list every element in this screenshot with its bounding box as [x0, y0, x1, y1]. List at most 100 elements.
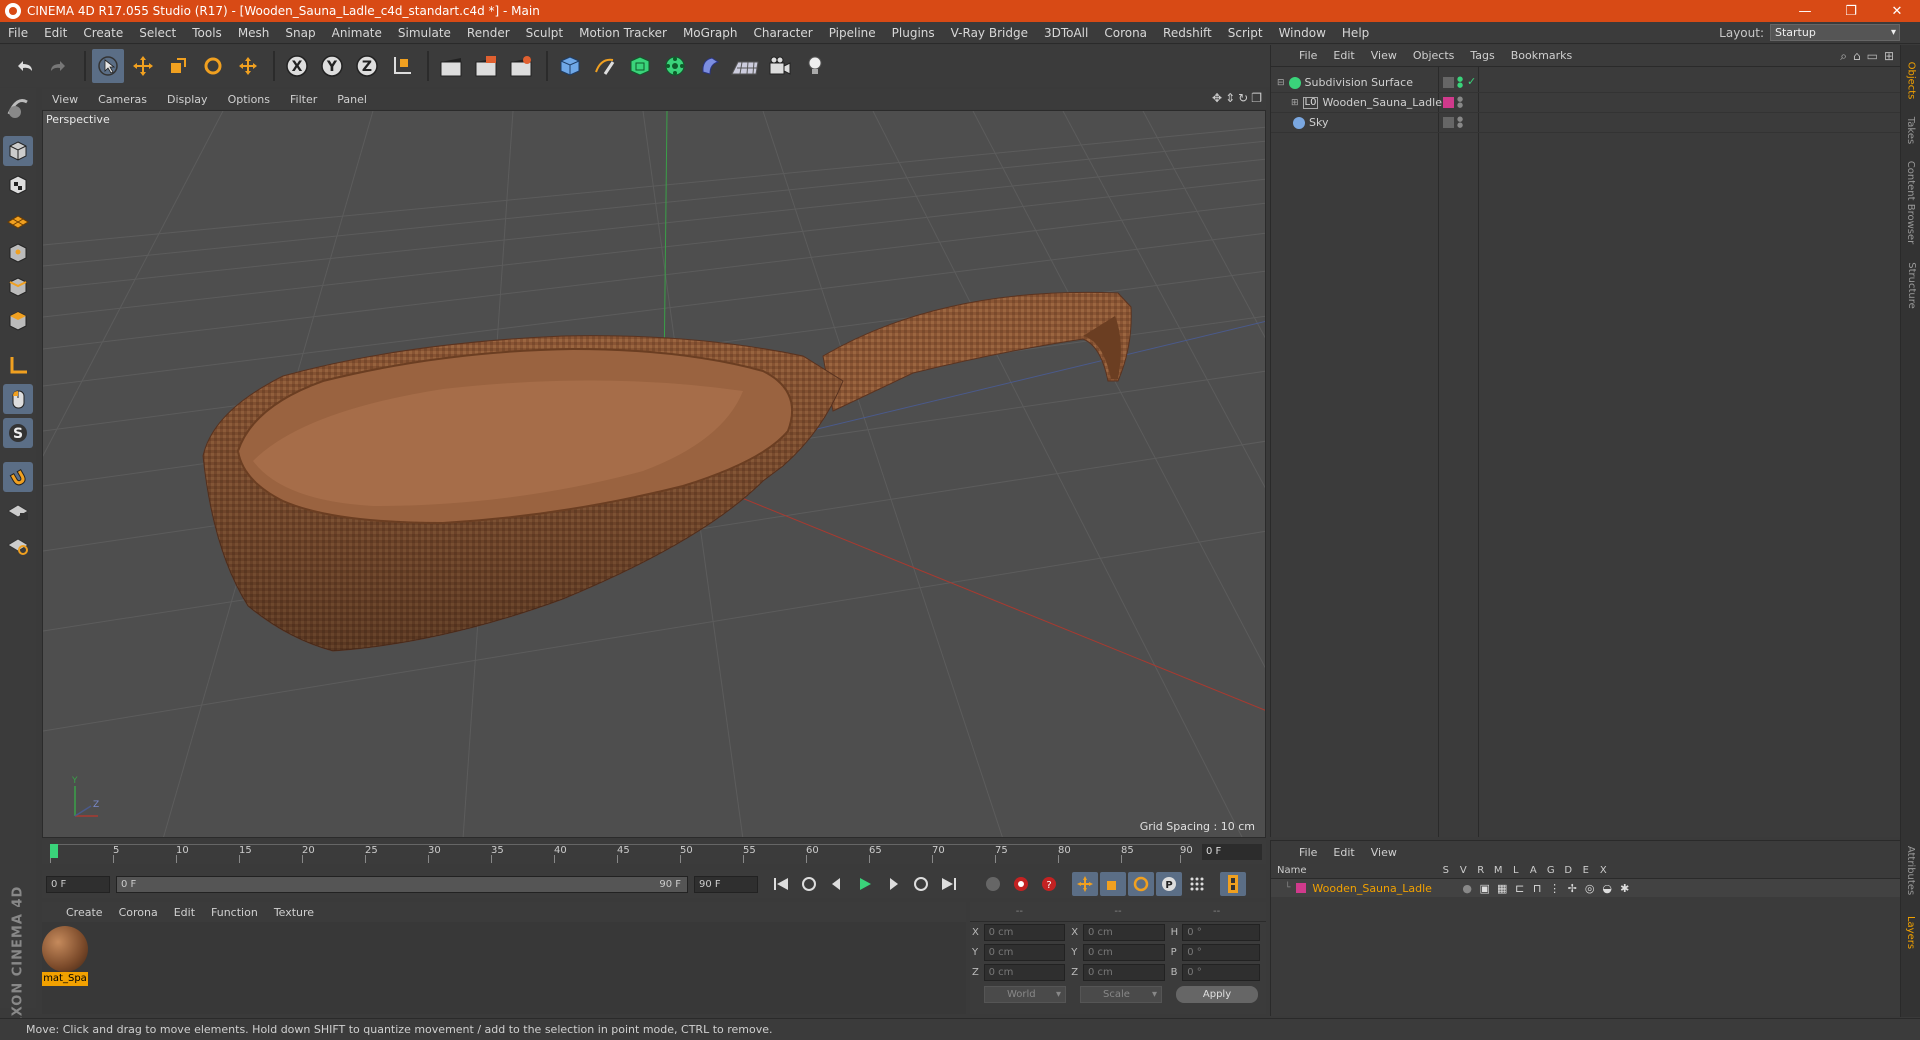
menu-mesh[interactable]: Mesh — [230, 26, 278, 40]
scale-tool-button[interactable] — [162, 49, 194, 83]
visibility-dots-icon[interactable]: ● ● — [1457, 116, 1463, 129]
size-z-field[interactable]: 0 cm — [1082, 963, 1165, 981]
viewport-menu-display[interactable]: Display — [157, 93, 218, 106]
model-mode-button[interactable] — [3, 136, 33, 166]
move-tool-button[interactable] — [127, 49, 159, 83]
coordinate-system-button[interactable] — [386, 49, 418, 83]
rotate-tool-button[interactable] — [197, 49, 229, 83]
layer-generator-icon[interactable]: ✢ — [1563, 882, 1581, 895]
prev-frame-button[interactable] — [824, 872, 850, 896]
menu-help[interactable]: Help — [1334, 26, 1377, 40]
object-row-sky[interactable]: Sky ● ● — [1271, 113, 1901, 133]
layer-color-icon[interactable] — [1443, 97, 1454, 108]
material-menu-edit[interactable]: Edit — [166, 906, 203, 919]
material-menu-create[interactable]: Create — [58, 906, 111, 919]
render-view-button[interactable] — [435, 49, 467, 83]
menu-render[interactable]: Render — [459, 26, 518, 40]
tab-objects[interactable]: Objects — [1901, 55, 1920, 105]
minimize-button[interactable]: — — [1782, 0, 1828, 22]
object-menu-edit[interactable]: Edit — [1325, 49, 1362, 62]
apply-button[interactable]: Apply — [1176, 986, 1258, 1003]
layer-row[interactable]: └ Wooden_Sauna_Ladle ● ▣ ▦ ⊏ ⊓ ⋮ ✢ ◎ ◒ ✱ — [1271, 879, 1900, 897]
key-pla-button[interactable] — [1184, 872, 1210, 896]
axis-mode-button[interactable] — [3, 350, 33, 380]
menu-animate[interactable]: Animate — [324, 26, 390, 40]
key-rotation-button[interactable] — [1128, 872, 1154, 896]
rotation-b-field[interactable]: 0 ° — [1182, 963, 1261, 981]
menu-file[interactable]: File — [0, 26, 36, 40]
object-menu-view[interactable]: View — [1363, 49, 1405, 62]
add-floor-button[interactable] — [729, 49, 761, 83]
render-picture-viewer-button[interactable] — [470, 49, 502, 83]
next-frame-button[interactable] — [880, 872, 906, 896]
visibility-dots-icon[interactable]: ● ● — [1457, 76, 1463, 89]
menu-character[interactable]: Character — [745, 26, 820, 40]
pan-view-icon[interactable]: ✥ — [1212, 91, 1222, 105]
add-deformer-button[interactable] — [694, 49, 726, 83]
add-light-button[interactable] — [799, 49, 831, 83]
material-name[interactable]: mat_Spa — [42, 972, 88, 986]
material-thumbnail[interactable] — [42, 926, 88, 972]
menu-3dtoall[interactable]: 3DToAll — [1036, 26, 1096, 40]
rotation-h-field[interactable]: 0 ° — [1182, 923, 1261, 941]
tab-attributes[interactable]: Attributes — [1901, 835, 1920, 905]
search-icon[interactable]: ⌕ — [1840, 49, 1847, 64]
orbit-view-icon[interactable]: ↻ — [1238, 91, 1248, 105]
redo-button[interactable] — [43, 49, 75, 83]
rotation-p-field[interactable]: 0 ° — [1182, 943, 1261, 961]
menu-simulate[interactable]: Simulate — [390, 26, 459, 40]
goto-end-button[interactable] — [936, 872, 962, 896]
record-keys-button[interactable] — [1008, 872, 1034, 896]
maximize-button[interactable]: ❐ — [1828, 0, 1874, 22]
layer-menu-file[interactable]: File — [1291, 846, 1325, 859]
undo-button[interactable] — [8, 49, 40, 83]
layout-dropdown[interactable]: Startup — [1770, 24, 1900, 41]
make-editable-button[interactable] — [3, 92, 33, 122]
menu-script[interactable]: Script — [1220, 26, 1271, 40]
points-mode-button[interactable] — [3, 238, 33, 268]
key-position-button[interactable] — [1072, 872, 1098, 896]
position-z-field[interactable]: 0 cm — [983, 963, 1066, 981]
viewport-menu-view[interactable]: View — [42, 93, 88, 106]
layer-name[interactable]: Wooden_Sauna_Ladle — [1312, 882, 1458, 895]
menu-corona[interactable]: Corona — [1096, 26, 1155, 40]
timeline-ruler[interactable]: 0 5 10 15 20 25 30 35 40 45 50 55 60 65 … — [42, 840, 1266, 864]
planar-workplane-button[interactable] — [3, 530, 33, 560]
size-mode-dropdown[interactable]: Scale — [1080, 986, 1162, 1003]
menu-tools[interactable]: Tools — [184, 26, 230, 40]
position-y-field[interactable]: 0 cm — [983, 943, 1066, 961]
prev-key-button[interactable] — [796, 872, 822, 896]
polygons-mode-button[interactable] — [3, 306, 33, 336]
menu-window[interactable]: Window — [1271, 26, 1334, 40]
tab-takes[interactable]: Takes — [1901, 110, 1920, 150]
end-frame-field[interactable]: 90 F — [694, 875, 758, 893]
object-row-wooden-sauna-ladle[interactable]: ⊞ L0 Wooden_Sauna_Ladle ● ● — [1271, 93, 1901, 113]
layer-menu-view[interactable]: View — [1363, 846, 1405, 859]
edges-mode-button[interactable] — [3, 272, 33, 302]
toggle-view-icon[interactable]: ❐ — [1251, 91, 1262, 105]
add-camera-button[interactable] — [764, 49, 796, 83]
menu-select[interactable]: Select — [131, 26, 184, 40]
expand-icon[interactable]: ⊞ — [1884, 49, 1894, 64]
layer-slot-icon[interactable] — [1443, 77, 1454, 88]
position-x-field[interactable]: 0 cm — [983, 923, 1066, 941]
viewport-menu-filter[interactable]: Filter — [280, 93, 327, 106]
frame-ruler[interactable]: 0 5 10 15 20 25 30 35 40 45 50 55 60 65 … — [50, 844, 1193, 863]
layer-view-icon[interactable]: ▣ — [1476, 882, 1494, 895]
menu-edit[interactable]: Edit — [36, 26, 75, 40]
layer-menu-edit[interactable]: Edit — [1325, 846, 1362, 859]
motion-record-button[interactable] — [980, 872, 1006, 896]
key-scale-button[interactable] — [1100, 872, 1126, 896]
layer-lock-icon[interactable]: ⊓ — [1528, 882, 1546, 895]
texture-mode-button[interactable] — [3, 170, 33, 200]
object-menu-objects[interactable]: Objects — [1405, 49, 1463, 62]
next-key-button[interactable] — [908, 872, 934, 896]
viewport-menu-panel[interactable]: Panel — [327, 93, 377, 106]
live-selection-button[interactable] — [92, 49, 124, 83]
add-spline-button[interactable] — [589, 49, 621, 83]
viewport-menu-cameras[interactable]: Cameras — [88, 93, 157, 106]
snap-button[interactable]: S — [3, 418, 33, 448]
material-menu-function[interactable]: Function — [203, 906, 266, 919]
add-nurbs-button[interactable] — [624, 49, 656, 83]
tab-structure[interactable]: Structure — [1901, 255, 1920, 315]
